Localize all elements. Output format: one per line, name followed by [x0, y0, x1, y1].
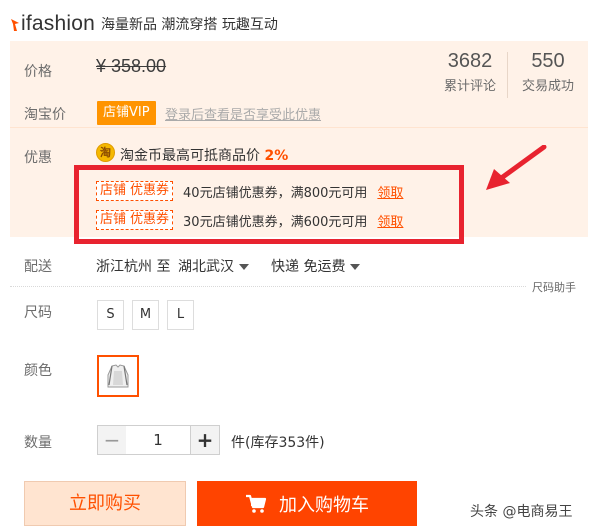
add-to-cart-label: 加入购物车 [279, 494, 369, 516]
stat-reviews-caption: 累计评论 [443, 79, 496, 94]
buy-now-button[interactable]: 立即购买 [24, 481, 186, 526]
delivery-label: 配送 [24, 259, 52, 275]
add-to-cart-button[interactable]: 加入购物车 [197, 481, 417, 526]
coupon-tag-right: 优惠券 [130, 212, 170, 227]
coupon-row: 店铺 优惠券 30元店铺优惠券，满600元可用 领取 [96, 209, 403, 231]
original-price: ¥ 358.00 [96, 56, 167, 76]
coupon-tag: 店铺 优惠券 [96, 181, 174, 201]
coupon-desc: 30元店铺优惠券，满600元可用 [183, 214, 368, 230]
panel-divider [10, 127, 588, 128]
quantity-decrease-button[interactable]: − [97, 425, 127, 455]
delivery-destination: 湖北武汉 [178, 259, 234, 275]
login-link[interactable]: 登录后查看是否享受此优惠 [165, 108, 321, 123]
coupon-claim-link[interactable]: 领取 [377, 211, 403, 230]
size-option-s[interactable]: S [97, 300, 124, 330]
coupon-tag-right: 优惠券 [130, 183, 170, 198]
brand-slogan: 海量新品 潮流穿搭 玩趣互动 [100, 17, 278, 33]
coupon-highlight-box [74, 165, 464, 244]
color-swatch[interactable] [97, 355, 139, 397]
coupon-tag: 店铺 优惠券 [96, 210, 174, 230]
coupon-row: 店铺 优惠券 40元店铺优惠券，满800元可用 领取 [96, 180, 403, 202]
stat-divider [507, 52, 508, 98]
delivery-from: 浙江杭州 至 [96, 259, 171, 275]
stat-deals: 550 交易成功 [512, 50, 584, 94]
annotation-arrow-icon [486, 145, 547, 190]
chevron-down-icon [239, 264, 249, 270]
size-option-m[interactable]: M [132, 300, 159, 330]
quantity-increase-button[interactable]: + [190, 425, 220, 455]
brand-logo[interactable]: ifashion [21, 12, 95, 36]
coin-offer: 淘金币最高可抵商品价 2% [120, 145, 288, 165]
taobao-coin-icon: 淘 [96, 143, 115, 162]
ifashion-logo-icon [10, 17, 20, 31]
price-label: 价格 [24, 64, 52, 80]
quantity-label: 数量 [24, 435, 52, 451]
stat-reviews[interactable]: 3682 累计评论 [436, 50, 504, 94]
promo-label: 优惠 [24, 150, 52, 166]
delivery-destination-select[interactable]: 湖北武汉 [178, 256, 249, 276]
coupon-claim-link[interactable]: 领取 [377, 182, 403, 201]
stock-info: 件(库存353件) [231, 435, 325, 451]
shipping-method: 快递 免运费 [271, 259, 346, 275]
size-option-l[interactable]: L [167, 300, 194, 330]
section-divider [10, 286, 526, 287]
chevron-down-icon [350, 264, 361, 270]
shipping-select[interactable]: 快递 免运费 [271, 256, 361, 276]
coin-offer-percent: 2% [264, 148, 289, 164]
product-thumbnail-icon [107, 364, 129, 388]
coin-offer-text: 淘金币最高可抵商品价 [120, 148, 260, 164]
taobao-price-label: 淘宝价 [24, 107, 66, 123]
brand-header: ifashion 海量新品 潮流穿搭 玩趣互动 [10, 10, 278, 38]
stat-deals-value: 550 [531, 50, 565, 72]
quantity-input[interactable]: 1 [126, 425, 190, 455]
cart-icon [246, 494, 267, 513]
vip-badge: 店铺VIP [97, 101, 156, 125]
stat-deals-caption: 交易成功 [521, 79, 574, 94]
login-hint[interactable]: 登录后查看是否享受此优惠 [165, 104, 321, 123]
size-helper-link[interactable]: 尺码助手 [532, 279, 576, 295]
coupon-tag-left: 店铺 [100, 212, 127, 227]
size-label: 尺码 [24, 305, 52, 321]
coupon-tag-left: 店铺 [100, 183, 127, 198]
coupon-desc: 40元店铺优惠券，满800元可用 [183, 185, 368, 201]
color-label: 颜色 [24, 363, 52, 379]
watermark: 头条 @电商易王 [470, 504, 573, 520]
stat-reviews-value: 3682 [447, 50, 493, 72]
